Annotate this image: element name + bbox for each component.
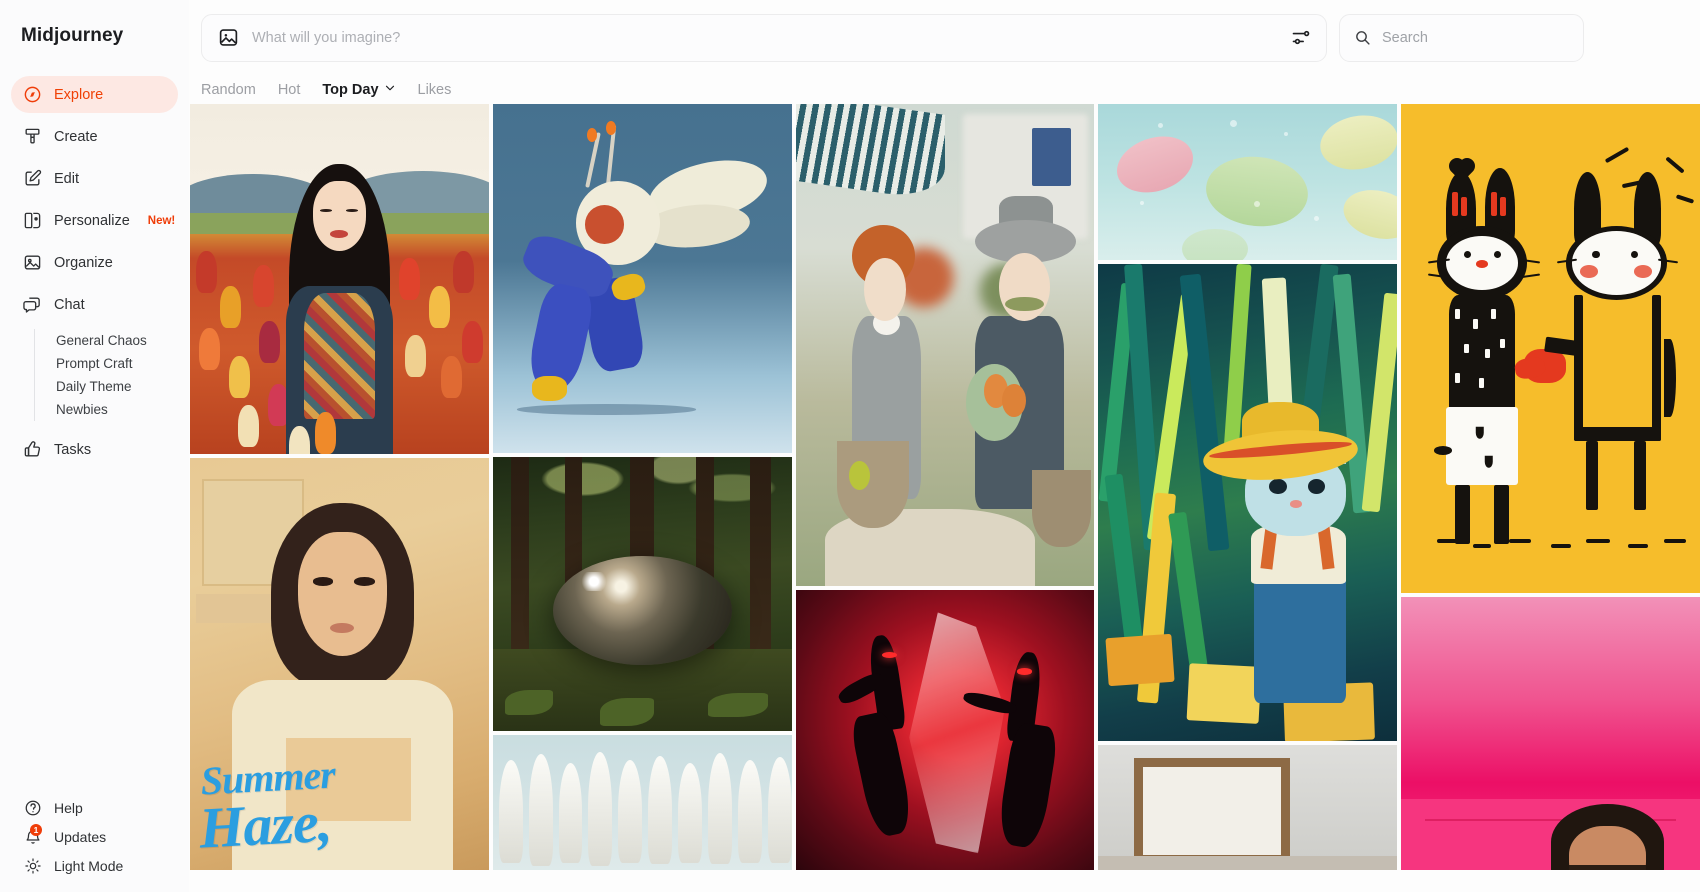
gallery-card-underwater-macarons[interactable] [1098, 104, 1398, 260]
chat-bubble-icon [23, 295, 42, 314]
prompt-input[interactable] [252, 29, 1277, 46]
main-content: Random Hot Top Day Likes [189, 0, 1700, 892]
sidebar-item-label: Light Mode [54, 857, 124, 874]
sidebar-item-light-mode[interactable]: Light Mode [11, 851, 178, 880]
top-bar [189, 0, 1700, 62]
sidebar-item-label: Edit [54, 170, 79, 187]
tab-label: Hot [277, 82, 301, 98]
tab-random[interactable]: Random [201, 82, 256, 98]
sidebar-nav: Explore Create Edit Personalize New! Org… [0, 76, 189, 468]
artwork [795, 104, 1095, 586]
sidebar-item-daily-theme[interactable]: Daily Theme [56, 375, 178, 398]
gallery-column [1098, 104, 1398, 870]
search-input[interactable] [1382, 29, 1569, 46]
sidebar-item-label: Help [54, 799, 83, 816]
search-icon [1354, 29, 1371, 46]
prompt-bar[interactable] [201, 13, 1327, 62]
settings-sliders-icon[interactable] [1290, 27, 1311, 48]
person-card-icon [23, 211, 42, 230]
gallery-card-painted-cat-in-overalls[interactable] [1098, 264, 1398, 741]
artwork: Summer Haze, [190, 458, 489, 870]
gallery-card-doodle-cats-yellow[interactable] [1401, 104, 1700, 593]
sun-icon [23, 856, 42, 875]
artwork-overlay-text: Summer Haze, [197, 751, 336, 861]
tab-label: Top Day [322, 82, 379, 98]
sidebar-item-edit[interactable]: Edit [11, 160, 178, 197]
sidebar-item-label: Personalize [54, 212, 130, 229]
sidebar: Midjourney Explore Create Edit Personali… [0, 0, 189, 892]
app-brand-title: Midjourney [21, 25, 124, 46]
artwork [492, 457, 792, 731]
sidebar-item-general-chaos[interactable]: General Chaos [56, 329, 178, 352]
sidebar-item-tasks[interactable]: Tasks [11, 431, 178, 468]
artwork [190, 104, 489, 454]
gallery-card-white-figurine-rows[interactable] [492, 735, 792, 870]
sidebar-item-personalize[interactable]: Personalize New! [11, 202, 178, 239]
thumbs-up-icon [23, 440, 42, 459]
chat-subnav: General Chaos Prompt Craft Daily Theme N… [34, 329, 178, 421]
brush-icon [23, 127, 42, 146]
artwork [1098, 104, 1398, 260]
gallery-column [492, 104, 792, 870]
sidebar-item-label: Updates [54, 828, 107, 845]
gallery-card-framed-picture-interior[interactable] [1098, 745, 1398, 870]
gallery-card-tulip-field-girl-illustration[interactable] [190, 104, 489, 454]
gallery-card-felt-flying-creature[interactable] [492, 104, 792, 453]
artwork [492, 735, 792, 870]
sidebar-item-updates[interactable]: 1 Updates [11, 822, 178, 851]
sidebar-item-label: Tasks [54, 441, 92, 458]
artwork [795, 590, 1095, 870]
sidebar-item-label: Chat [54, 296, 85, 313]
tab-top-day[interactable]: Top Day [322, 82, 395, 98]
tab-likes[interactable]: Likes [418, 82, 452, 98]
sidebar-item-newbies[interactable]: Newbies [56, 398, 178, 421]
artwork [1401, 104, 1700, 593]
updates-count-badge: 1 [30, 824, 42, 836]
gallery-column: Summer Haze, [190, 104, 489, 870]
gallery-card-forest-chrome-sphere[interactable] [492, 457, 792, 731]
sidebar-item-help[interactable]: Help [11, 793, 178, 822]
sidebar-item-prompt-craft[interactable]: Prompt Craft [56, 352, 178, 375]
new-badge: New! [147, 214, 176, 227]
sidebar-item-create[interactable]: Create [11, 118, 178, 155]
gallery-card-felt-doll-market-couple[interactable] [795, 104, 1095, 586]
artwork [1098, 264, 1398, 741]
image-gallery: Summer Haze, [190, 104, 1700, 870]
image-icon [23, 253, 42, 272]
tab-label: Random [201, 82, 256, 98]
artwork [492, 104, 792, 453]
chevron-down-icon[interactable] [384, 82, 396, 98]
sidebar-item-chat[interactable]: Chat [11, 286, 178, 323]
sidebar-item-label: Create [54, 128, 98, 145]
tab-label: Likes [417, 82, 452, 98]
filter-tabs: Random Hot Top Day Likes [189, 62, 1700, 104]
sidebar-item-label: Explore [54, 86, 104, 103]
pencil-box-icon [23, 169, 42, 188]
gallery-card-pink-gradient-portrait[interactable] [1401, 597, 1700, 870]
search-bar[interactable] [1339, 13, 1584, 62]
gallery-card-summer-haze-portrait-photo[interactable]: Summer Haze, [190, 458, 489, 870]
artwork [1098, 745, 1398, 870]
question-circle-icon [23, 798, 42, 817]
gallery-column [795, 104, 1095, 870]
image-icon[interactable] [218, 27, 239, 48]
sidebar-item-organize[interactable]: Organize [11, 244, 178, 281]
gallery-column [1401, 104, 1700, 870]
sidebar-footer: Help 1 Updates Light Mode [0, 793, 189, 880]
compass-icon [23, 85, 42, 104]
artwork [1401, 597, 1700, 870]
tab-hot[interactable]: Hot [278, 82, 301, 98]
sidebar-item-explore[interactable]: Explore [11, 76, 178, 113]
sidebar-item-label: Organize [54, 254, 113, 271]
gallery-card-red-crystal-sci-fi-duo[interactable] [795, 590, 1095, 870]
